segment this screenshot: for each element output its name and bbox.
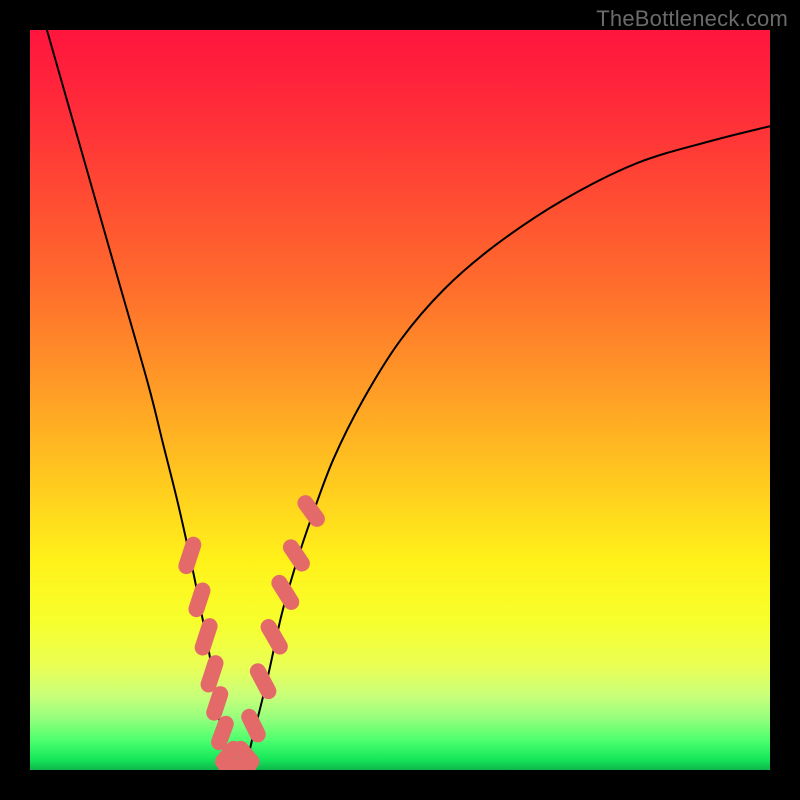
plot-svg [30, 30, 770, 770]
plot-area [30, 30, 770, 770]
gradient-background [30, 30, 770, 770]
watermark-text: TheBottleneck.com [596, 6, 788, 32]
chart-frame: TheBottleneck.com [0, 0, 800, 800]
